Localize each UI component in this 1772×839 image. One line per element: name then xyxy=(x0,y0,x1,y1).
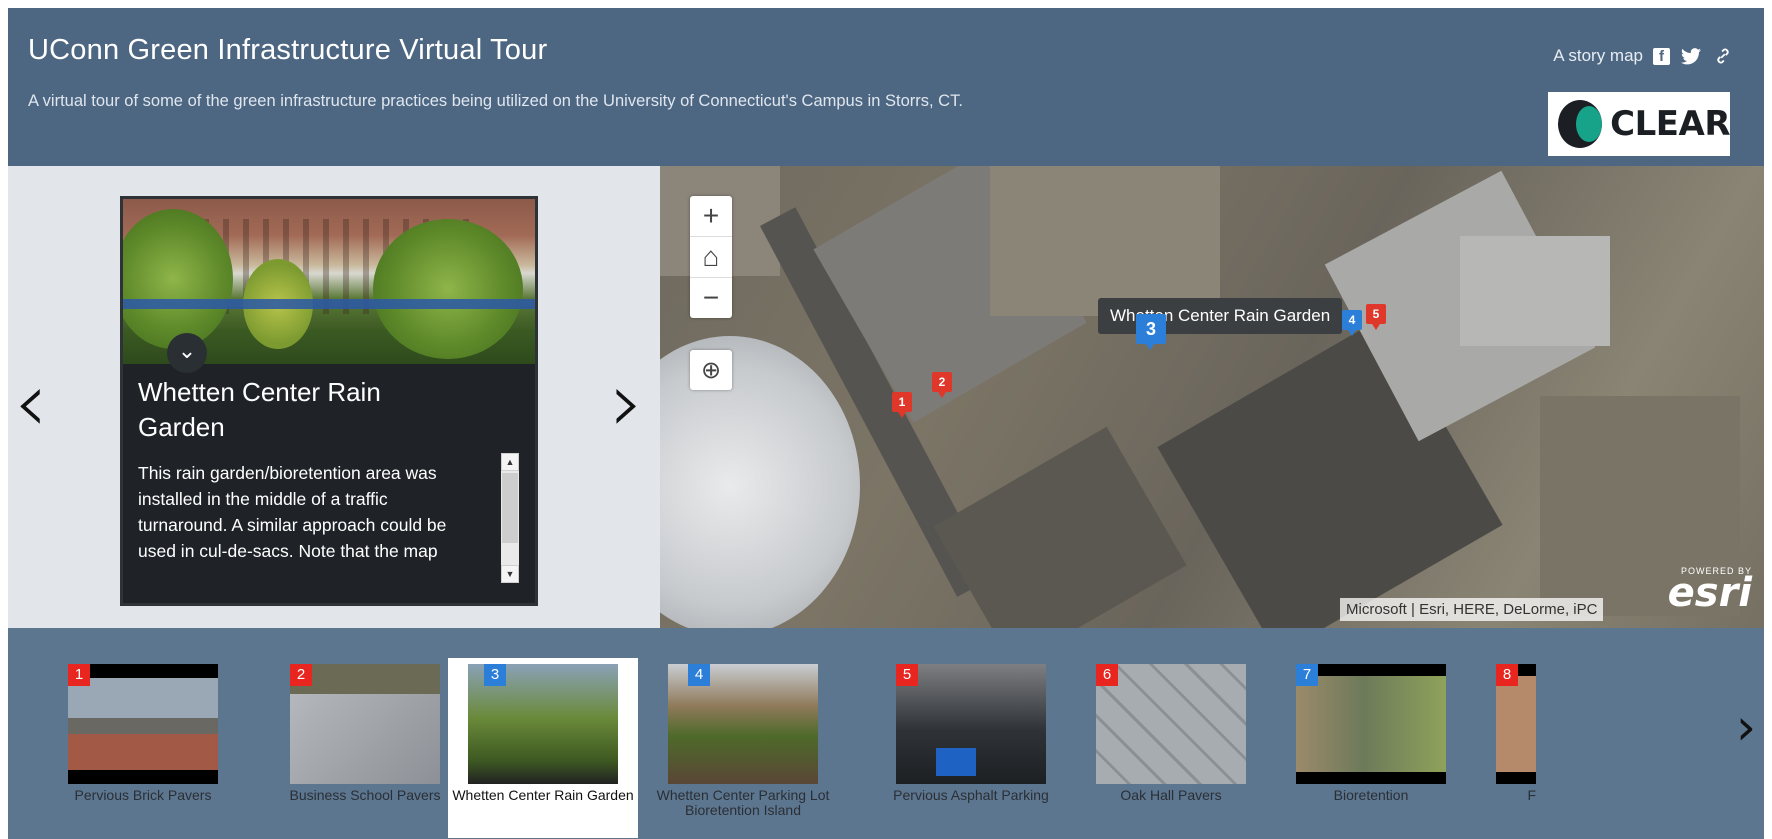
carousel-item-6[interactable]: 6 Oak Hall Pavers xyxy=(1076,658,1266,838)
zoom-controls: + ⌂ − xyxy=(690,196,732,318)
carousel-label: Bioretention xyxy=(1333,787,1409,803)
share-bar: A story map f xyxy=(1553,46,1734,66)
carousel-thumbnail xyxy=(1296,664,1446,784)
carousel-thumbnail xyxy=(68,664,218,784)
carousel-label: Oak Hall Pavers xyxy=(1120,787,1222,803)
carousel-label: Whetten Center Rain Garden xyxy=(452,787,634,803)
carousel-number: 8 xyxy=(1496,664,1518,686)
chevron-down-icon[interactable]: ⌄ xyxy=(167,333,207,373)
story-card: ⌄ Whetten Center Rain Garden This rain g… xyxy=(120,196,538,606)
esri-logo[interactable]: POWERED BY esri xyxy=(1668,566,1752,613)
story-text: This rain garden/bioretention area was i… xyxy=(138,463,447,561)
story-title: Whetten Center Rain Garden xyxy=(138,377,381,442)
carousel-label: Business School Pavers xyxy=(289,787,441,803)
carousel-number: 5 xyxy=(896,664,918,686)
carousel-number: 2 xyxy=(290,664,312,686)
carousel-label: Pervious Asphalt Parking xyxy=(893,787,1049,803)
carousel-number: 3 xyxy=(484,664,506,686)
carousel-number: 1 xyxy=(68,664,90,686)
next-arrow-icon[interactable]: › xyxy=(610,360,644,444)
locate-icon[interactable]: ⊕ xyxy=(690,350,732,390)
map-pin-1[interactable]: 1 xyxy=(892,392,912,418)
carousel-item-4[interactable]: 4 Whetten Center Parking Lot Bioretentio… xyxy=(648,658,838,838)
scroll-up-icon[interactable]: ▲ xyxy=(501,453,519,471)
carousel-label: Pervious Brick Pavers xyxy=(74,787,212,803)
story-map-label: A story map xyxy=(1553,46,1643,65)
map-attribution: Microsoft | Esri, HERE, DeLorme, iPC xyxy=(1340,598,1604,621)
facebook-icon[interactable]: f xyxy=(1653,47,1670,65)
clear-logo[interactable]: CLEAR xyxy=(1548,92,1730,156)
carousel-thumbnail xyxy=(1096,664,1246,784)
carousel-number: 6 xyxy=(1096,664,1118,686)
carousel-thumbnail xyxy=(290,664,440,784)
twitter-icon[interactable] xyxy=(1680,46,1702,66)
carousel-item-5[interactable]: 5 Pervious Asphalt Parking xyxy=(876,658,1066,838)
story-scrollbar[interactable]: ▲ ▼ xyxy=(501,453,519,583)
link-icon[interactable] xyxy=(1712,46,1734,66)
home-icon[interactable]: ⌂ xyxy=(690,237,732,278)
map-pin-3[interactable]: 3 xyxy=(1136,314,1166,350)
map-tooltip: Whetten Center Rain Garden xyxy=(1098,298,1343,334)
carousel-number: 4 xyxy=(688,664,710,686)
carousel-next-icon[interactable]: › xyxy=(1736,698,1756,756)
carousel-number: 7 xyxy=(1296,664,1318,686)
carousel-item-2[interactable]: 2 Business School Pavers xyxy=(270,658,460,838)
carousel-label: Whetten Center Parking Lot Bioretention … xyxy=(656,787,830,818)
story-panel: ‹ ⌄ Whetten Center Rain Garden This rain… xyxy=(8,166,660,628)
zoom-out-icon[interactable]: − xyxy=(690,278,732,318)
zoom-in-icon[interactable]: + xyxy=(690,196,732,237)
previous-arrow-icon[interactable]: ‹ xyxy=(14,360,48,444)
logo-text: CLEAR xyxy=(1610,104,1730,144)
map[interactable]: + ⌂ − ⊕ Whetten Center Rain Garden 1 2 3… xyxy=(660,166,1764,628)
map-pin-2[interactable]: 2 xyxy=(932,372,952,398)
carousel-item-8[interactable]: 8 F xyxy=(1476,658,1536,838)
page-subtitle: A virtual tour of some of the green infr… xyxy=(28,92,963,110)
story-carousel: 1 Pervious Brick Pavers 2 Business Schoo… xyxy=(8,628,1764,839)
map-pin-5[interactable]: 5 xyxy=(1366,304,1386,330)
scroll-thumb[interactable] xyxy=(502,473,518,543)
carousel-item-7[interactable]: 7 Bioretention xyxy=(1276,658,1466,838)
clear-logo-mark-icon xyxy=(1558,100,1603,148)
map-pin-4[interactable]: 4 xyxy=(1342,310,1362,336)
header: UConn Green Infrastructure Virtual Tour … xyxy=(8,8,1764,166)
carousel-item-1[interactable]: 1 Pervious Brick Pavers xyxy=(48,658,238,838)
page-title: UConn Green Infrastructure Virtual Tour xyxy=(28,34,548,66)
carousel-thumbnail xyxy=(896,664,1046,784)
carousel-label: F xyxy=(1527,787,1536,803)
scroll-down-icon[interactable]: ▼ xyxy=(501,565,519,583)
carousel-item-3[interactable]: 3 Whetten Center Rain Garden xyxy=(448,658,638,838)
